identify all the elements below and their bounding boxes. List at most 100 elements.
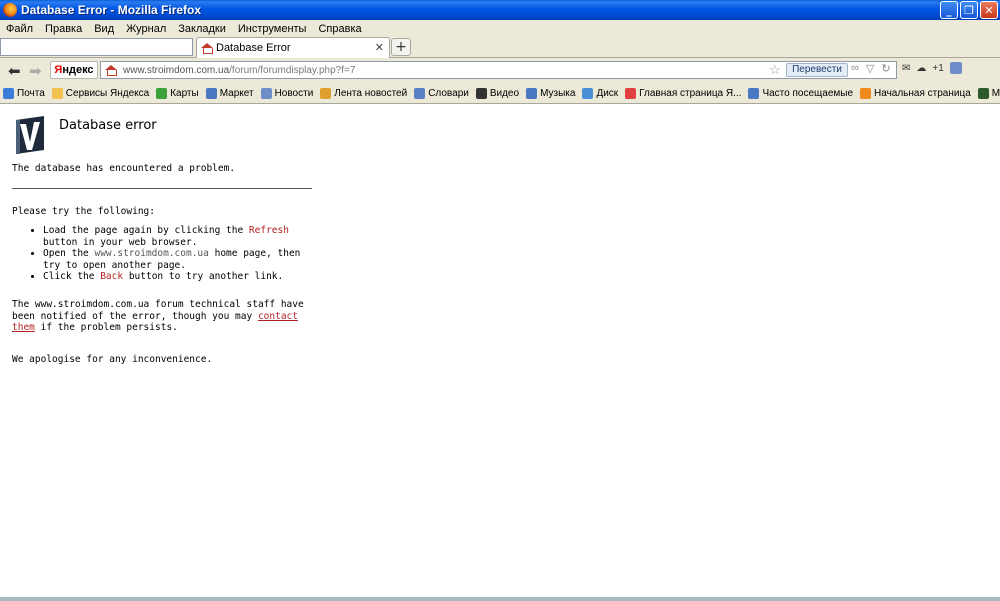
minimize-button[interactable]: _ [940,1,958,19]
bookmark-item[interactable]: Музыка [526,87,576,99]
weather-icon[interactable]: ☁ [916,63,926,74]
bookmark-icon [860,87,871,99]
tab-close-icon[interactable]: ✕ [375,41,384,54]
bookmark-label: Музыка [540,87,576,99]
notified-text: The www.stroimdom.com.ua forum technical… [12,299,312,334]
reload-icon[interactable]: ↻ [881,62,890,75]
page-content: Database error The database has encounte… [0,104,1000,597]
bookmark-label: Начальная страница [874,87,971,99]
item-text: button in your web browser. [43,236,198,248]
navigation-bar: ⬅ ➡ Яндекс www.stroimdom.com.ua/forum/fo… [0,58,1000,83]
menu-edit[interactable]: Правка [45,23,82,35]
tab-strip: Database Error ✕ + [0,37,1000,58]
mail-icon[interactable]: ✉ [902,63,910,74]
bookmark-item[interactable]: Часто посещаемые [748,87,853,99]
refresh-link[interactable]: Refresh [249,225,289,236]
bookmarks-bar: Почта Сервисы Яндекса Карты Маркет Новости Ле… [0,83,1000,104]
bookmark-icon [475,87,487,99]
close-button[interactable]: ✕ [980,1,998,19]
menu-view[interactable]: Вид [94,23,114,35]
bookmark-icon [625,87,637,99]
menu-history[interactable]: Журнал [126,23,166,35]
bookmark-label: Часто посещаемые [762,87,853,99]
bookmark-icon [748,87,760,99]
bookmark-icon [205,87,217,99]
bookmark-item[interactable]: Карты [156,87,199,99]
bookmark-label: Mail.Ru [991,87,1000,99]
item-text: Open the [43,248,95,259]
intro-text: The database has encountered a problem. [12,163,236,174]
dropdown-icon[interactable]: ▽ [866,62,874,75]
toolbar-extras: ✉ ☁ +1 [902,62,962,74]
yandex-button[interactable]: Яндекс [50,61,98,79]
bookmark-label: Сервисы Яндекса [65,87,150,99]
bookmark-icon [526,87,538,99]
apology-text: We apologise for any inconvenience. [12,354,213,365]
bookmark-label: Лента новостей [334,87,408,99]
tab-label: Database Error [216,42,291,54]
window-controls: _ ❐ ✕ [940,1,998,19]
bookmark-star-icon[interactable]: ☆ [769,62,781,78]
url-host: www.stroimdom.com.ua [123,64,230,76]
yandex-logo-text: ндекс [62,64,94,76]
bookmark-label: Видео [489,87,520,99]
notified-post: if the problem persists. [34,322,178,333]
translate-button[interactable]: Перевести [786,63,848,77]
suggestion-list: Load the page again by clicking the Refr… [31,225,316,283]
bookmark-item[interactable]: Начальная страница [860,87,971,99]
bookmark-item[interactable]: Mail.Ru [977,87,1000,99]
menu-bar: Файл Правка Вид Журнал Закладки Инструме… [0,20,1000,37]
glasses-icon[interactable]: ∞ [851,62,859,75]
bookmark-icon [320,87,332,99]
bookmark-icon [414,87,426,99]
menu-bookmarks[interactable]: Закладки [178,23,226,35]
bookmark-item[interactable]: Маркет [205,87,254,99]
bookmark-icon [260,87,272,99]
bookmark-item[interactable]: Новости [260,87,314,99]
window-titlebar[interactable]: Database Error - Mozilla Firefox _ ❐ ✕ [0,0,1000,20]
url-bar-icons: ∞ ▽ ↻ [851,62,891,75]
maximize-button[interactable]: ❐ [960,1,978,19]
bookmark-label: Главная страница Я... [639,87,742,99]
bookmark-item[interactable]: Диск [582,87,618,99]
search-input[interactable] [0,38,193,56]
item-text: Load the page again by clicking the [43,225,249,236]
url-path: /forum/forumdisplay.php?f=7 [229,64,356,76]
vbulletin-logo-icon [16,116,44,154]
item-text: button to try another link. [123,271,284,282]
back-link[interactable]: Back [100,271,123,282]
url-bar[interactable]: www.stroimdom.com.ua/forum/forumdisplay.… [100,61,897,79]
bookmark-item[interactable]: Лента новостей [320,87,408,99]
menu-file[interactable]: Файл [6,23,33,35]
bookmark-item[interactable]: Видео [475,87,520,99]
bookmark-label: Карты [170,87,199,99]
bookmark-item[interactable]: Почта [3,87,45,99]
bookmark-label: Маркет [219,87,254,99]
bookmark-item[interactable]: Словари [414,87,469,99]
new-tab-button[interactable]: + [391,38,411,56]
user-icon[interactable] [949,62,962,74]
back-arrow-icon[interactable]: ⬅ [8,62,21,80]
bookmark-item[interactable]: Главная страница Я... [625,87,742,99]
window-title: Database Error - Mozilla Firefox [21,3,202,17]
forward-arrow-icon[interactable]: ➡ [29,62,42,80]
firefox-icon [3,3,17,17]
menu-help[interactable]: Справка [318,23,361,35]
bookmark-label: Новости [274,87,314,99]
bookmark-icon [977,87,989,99]
site-house-icon [105,65,117,76]
item-text: Click the [43,271,101,282]
tab-database-error[interactable]: Database Error ✕ [196,37,390,58]
bookmark-icon [3,87,14,99]
list-item: Open the www.stroimdom.com.ua home page,… [43,248,316,271]
list-item: Click the Back button to try another lin… [43,271,316,283]
bookmark-icon [156,87,168,99]
counter-label: +1 [932,62,944,74]
bookmark-icon [582,87,594,99]
bookmark-item[interactable]: Сервисы Яндекса [51,87,150,99]
homepage-link[interactable]: www.stroimdom.com.ua [94,248,208,259]
page-title: Database error [59,118,157,133]
bookmark-label: Словари [428,87,469,99]
bookmark-label: Почта [17,87,45,99]
menu-tools[interactable]: Инструменты [238,23,307,35]
